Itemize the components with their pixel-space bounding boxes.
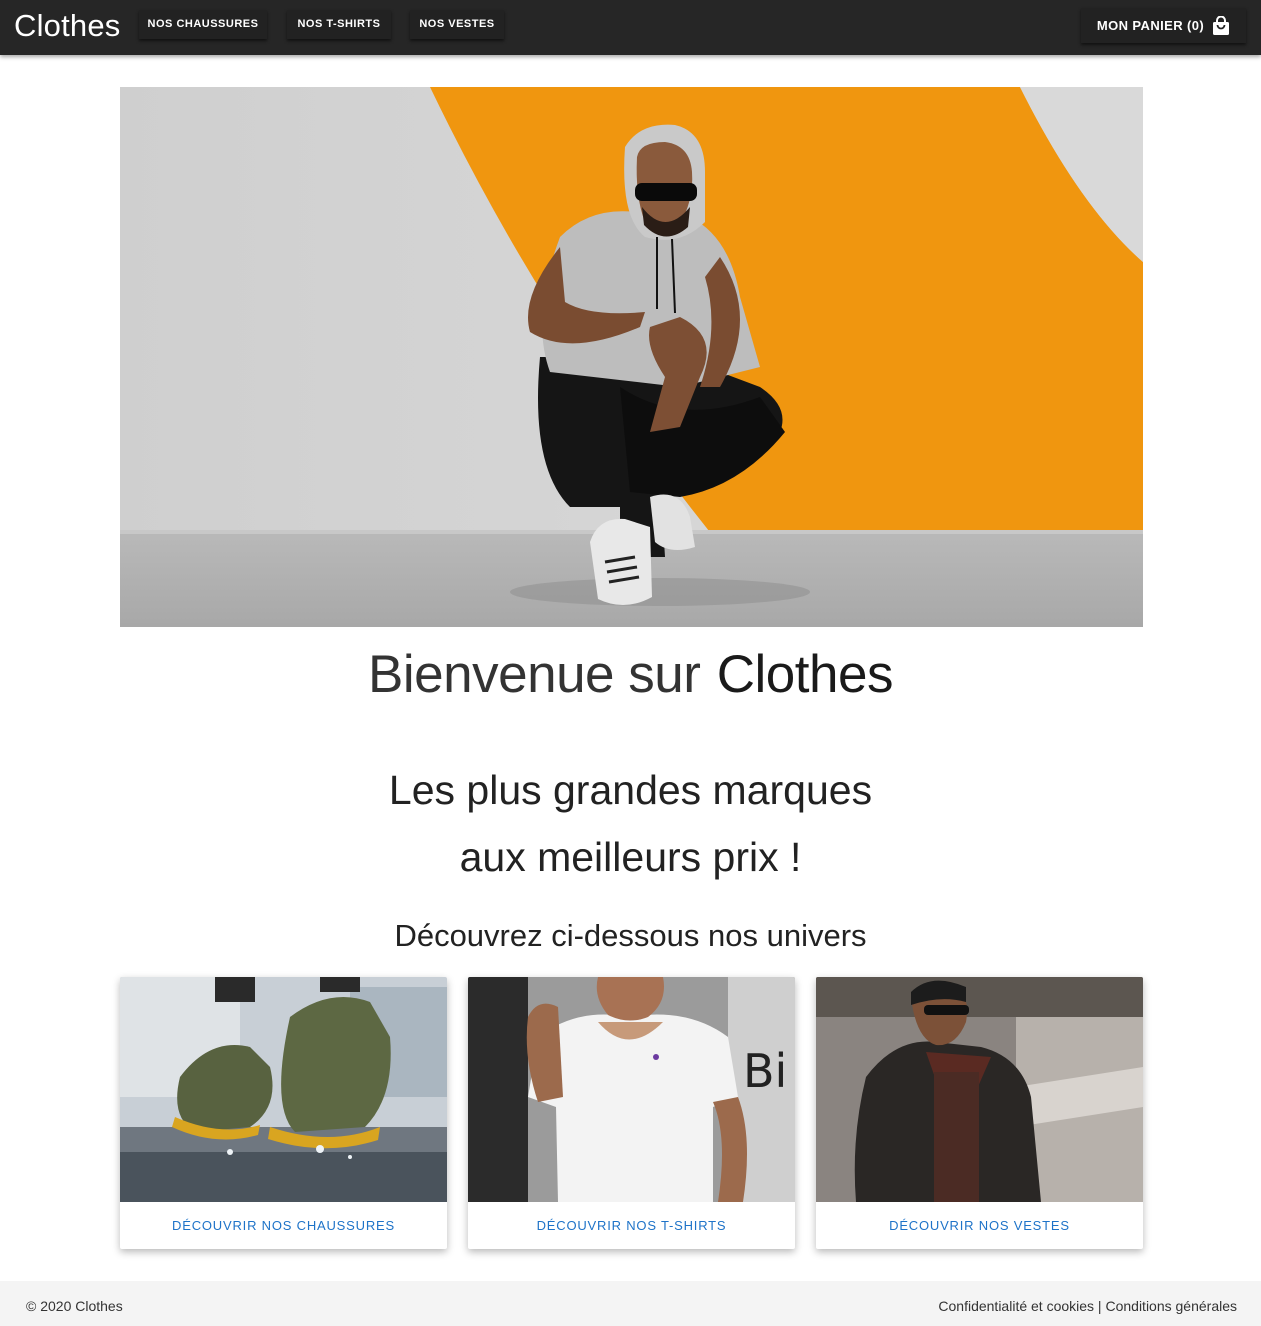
privacy-link[interactable]: Confidentialité et cookies [938,1298,1094,1314]
copyright: © 2020 Clothes [26,1298,123,1314]
terms-link[interactable]: Conditions générales [1105,1298,1237,1314]
discover-tshirts-link[interactable]: DÉCOUVRIR NOS T-SHIRTS [468,1202,795,1249]
category-card-jackets[interactable]: DÉCOUVRIR NOS VESTES [816,977,1143,1249]
jackets-image [816,977,1143,1202]
cart-button[interactable]: MON PANIER (0) [1081,8,1246,43]
tagline: Les plus grandes marques aux meilleurs p… [0,757,1261,891]
footer-separator: | [1094,1298,1106,1314]
category-card-shoes[interactable]: DÉCOUVRIR NOS CHAUSSURES [120,977,447,1249]
footer: © 2020 Clothes Confidentialité et cookie… [0,1281,1261,1326]
tagline-line-1: Les plus grandes marques [388,767,873,813]
tshirts-image: Bi [468,977,795,1202]
svg-text:Bi: Bi [743,1044,787,1098]
nav-jackets-button[interactable]: NOS VESTES [410,10,504,39]
top-navbar: Clothes NOS CHAUSSURES NOS T-SHIRTS NOS … [0,0,1261,55]
welcome-brand: Clothes [716,645,894,704]
discover-shoes-link[interactable]: DÉCOUVRIR NOS CHAUSSURES [120,1202,447,1249]
discover-jackets-link[interactable]: DÉCOUVRIR NOS VESTES [816,1202,1143,1249]
brand-logo[interactable]: Clothes [14,6,121,46]
hero-image [120,87,1143,627]
nav-shoes-button[interactable]: NOS CHAUSSURES [139,10,267,39]
welcome-prefix: Bienvenue sur [368,645,701,704]
nav-tshirts-button[interactable]: NOS T-SHIRTS [287,10,391,39]
welcome-heading: Bienvenue sur Clothes [0,640,1261,710]
cart-label: MON PANIER (0) [1096,18,1205,33]
footer-links: Confidentialité et cookies | Conditions … [938,1298,1237,1314]
discover-heading: Découvrez ci-dessous nos univers [394,918,867,953]
tagline-line-2: aux meilleurs prix ! [459,834,802,880]
category-card-tshirts[interactable]: Bi DÉCOUVRIR NOS T-SHIRTS [468,977,795,1249]
shoes-image [120,977,447,1202]
shopping-bag-icon [1212,15,1230,36]
